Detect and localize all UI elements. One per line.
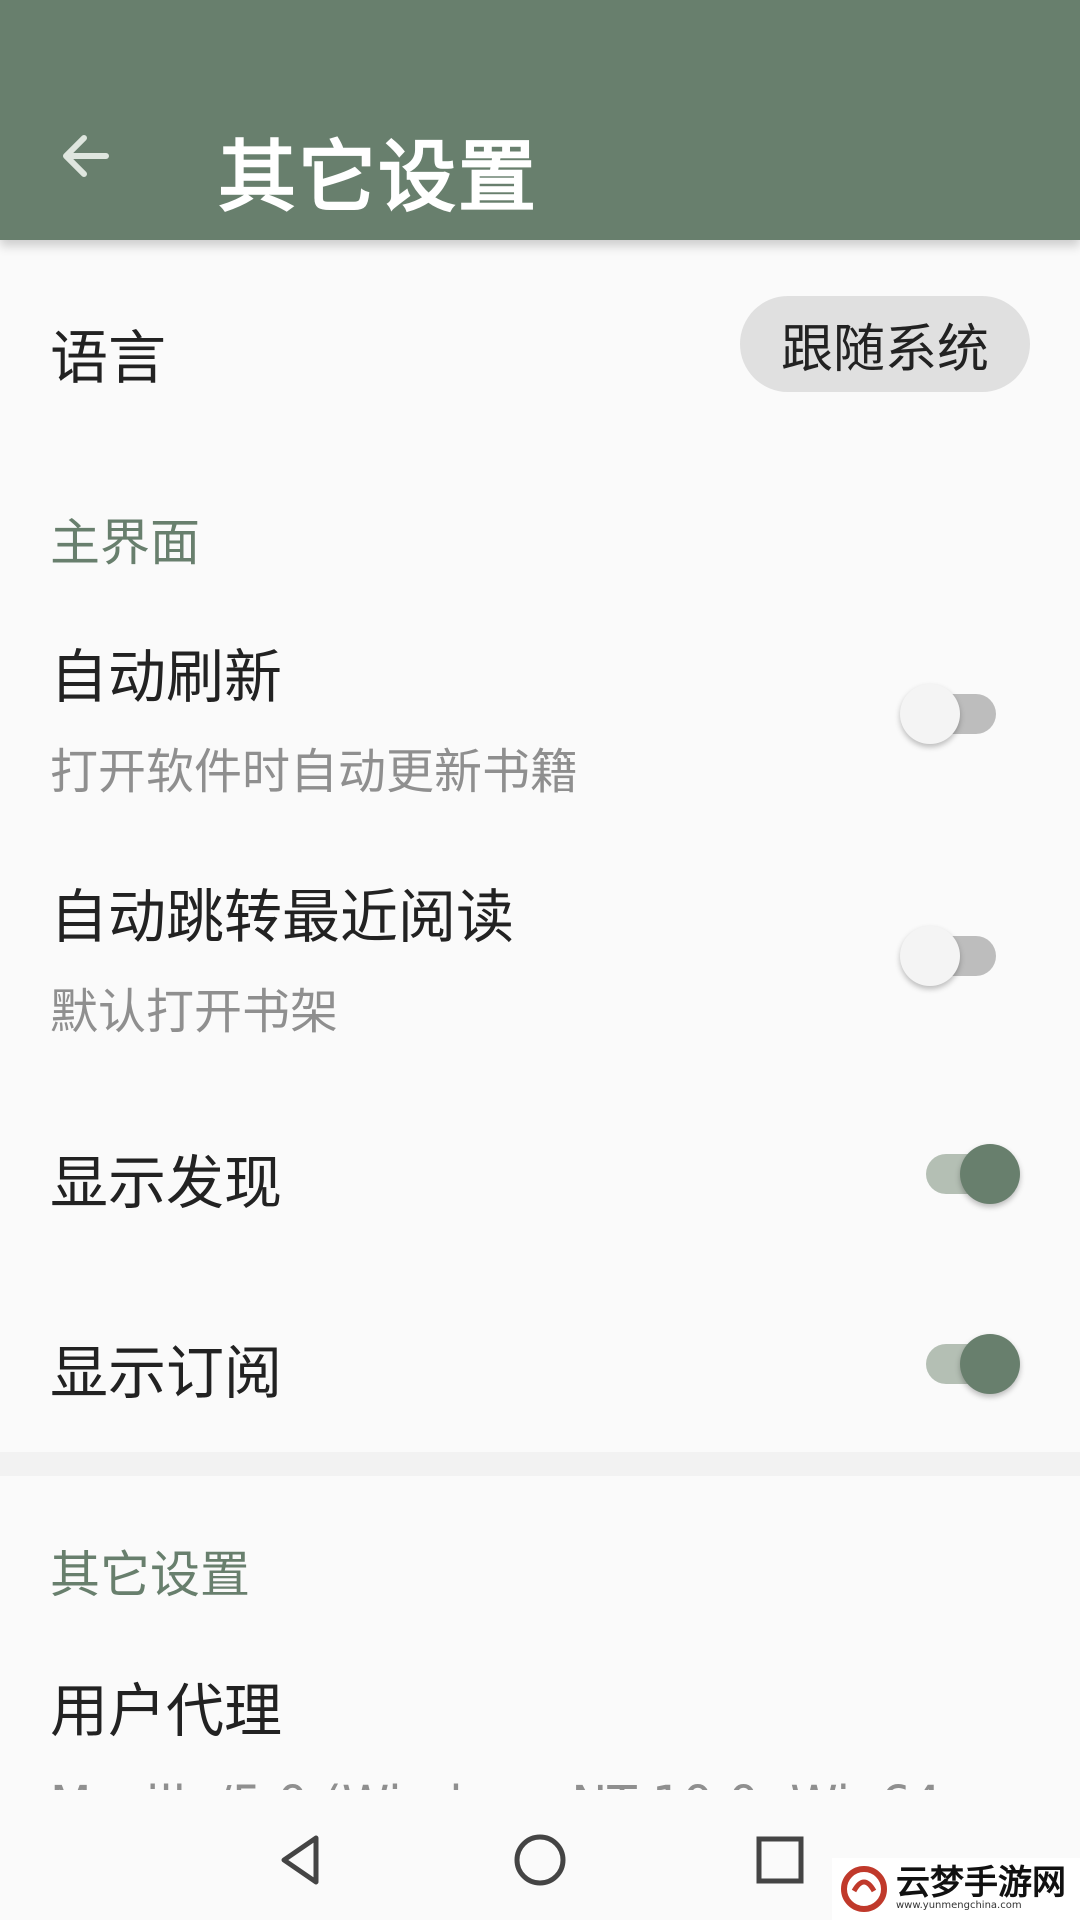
pref-title: 显示订阅 [50,1339,283,1407]
section-header-other: 其它设置 [50,1546,250,1604]
page-title: 其它设置 [218,133,539,223]
circle-home-icon [514,1834,566,1886]
language-label: 语言 [50,324,167,392]
pref-title: 用户代理 [50,1677,283,1745]
watermark-name: 云梦手游网 [896,1863,1066,1903]
show-subscribe-switch[interactable] [912,1330,1020,1394]
pref-summary: 默认打开书架 [50,984,339,1040]
watermark-logo-icon [841,1866,887,1912]
pref-title: 自动刷新 [50,643,283,711]
show-discover-switch[interactable] [912,1140,1020,1204]
auto-jump-switch[interactable] [900,922,1000,986]
switch-thumb [900,684,960,744]
site-watermark: 云梦手游网 www.yunmengchina.com [832,1858,1080,1920]
auto-refresh-switch[interactable] [900,680,1000,744]
pref-show-subscribe[interactable]: 显示订阅 [0,1300,1080,1420]
back-button[interactable] [48,120,120,192]
pref-summary: 打开软件时自动更新书籍 [50,744,579,800]
pref-show-discover[interactable]: 显示发现 [0,1110,1080,1230]
arrow-left-icon [63,135,109,177]
square-recent-icon [756,1836,804,1884]
nav-recent-button[interactable] [740,1820,820,1900]
pref-title: 显示发现 [50,1149,283,1217]
pref-auto-jump[interactable]: 自动跳转最近阅读 默认打开书架 [0,850,1080,1050]
pref-auto-refresh[interactable]: 自动刷新 打开软件时自动更新书籍 [0,610,1080,810]
switch-thumb [900,926,960,986]
nav-home-button[interactable] [500,1820,580,1900]
section-divider [0,1452,1080,1476]
section-header-main: 主界面 [50,514,200,572]
app-bar: 其它设置 [0,0,1080,240]
nav-back-button[interactable] [260,1820,340,1900]
triangle-back-icon [281,1835,319,1885]
pref-user-agent[interactable]: 用户代理 [0,1640,1080,1790]
language-select[interactable]: 跟随系统 [740,296,1030,392]
switch-thumb [960,1144,1020,1204]
switch-thumb [960,1334,1020,1394]
pref-title: 自动跳转最近阅读 [50,883,515,951]
